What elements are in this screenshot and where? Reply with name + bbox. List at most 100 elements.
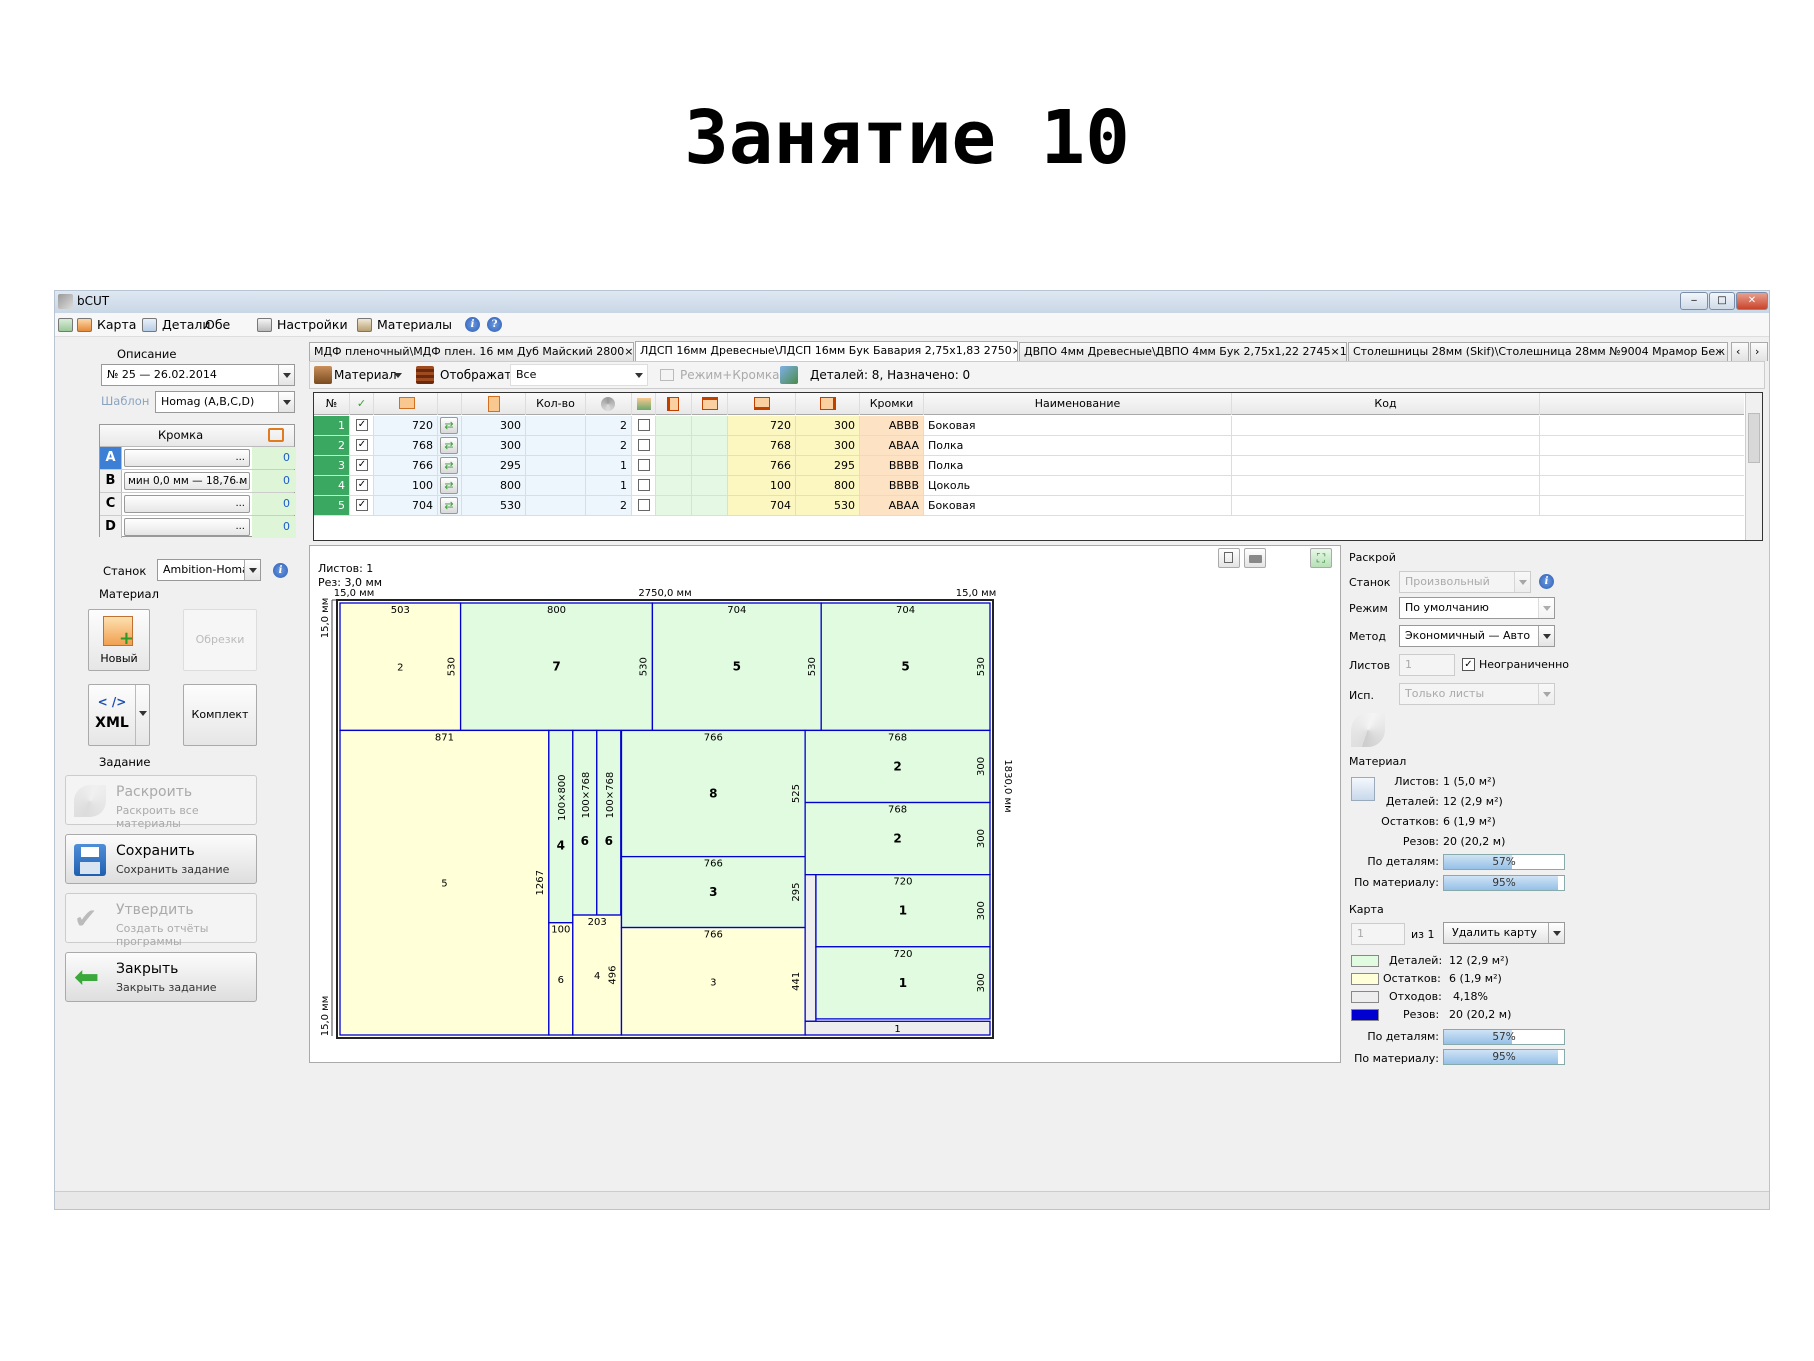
tab-mdf[interactable]: МДФ пленочный\МДФ плен. 16 мм Дуб Майски… — [309, 342, 634, 361]
karta-stepper[interactable]: 1 — [1351, 923, 1405, 945]
cell-len[interactable]: 766 — [374, 456, 438, 475]
komplekt-button[interactable]: Комплект — [183, 684, 257, 746]
swap-icon[interactable]: ⇄ — [440, 437, 458, 454]
r-listov-stepper[interactable]: 1 — [1399, 654, 1455, 676]
table-scrollbar[interactable] — [1745, 393, 1762, 540]
piece-detail[interactable] — [596, 729, 622, 916]
saw-icon[interactable] — [1351, 713, 1385, 747]
tab-scroll-right[interactable]: › — [1750, 342, 1768, 361]
xml-button[interactable]: < /> XML — [88, 684, 150, 746]
menu-nastroyki[interactable]: Настройки — [257, 317, 348, 333]
edge-icon[interactable] — [268, 428, 284, 442]
help-icon[interactable]: ? — [487, 317, 502, 332]
cell-no[interactable]: 1 — [314, 416, 350, 435]
col-no[interactable]: № — [314, 393, 350, 415]
cell-name[interactable]: Полка — [924, 456, 1232, 475]
cell-len2[interactable]: 766 — [728, 456, 796, 475]
cell-qty[interactable]: 1 — [586, 456, 632, 475]
cell-wid2[interactable]: 300 — [796, 416, 860, 435]
piece-waste[interactable] — [804, 874, 817, 1022]
otobrazhat-select[interactable]: Все — [510, 364, 648, 386]
kromka-field-c[interactable] — [124, 495, 250, 513]
cell-name[interactable]: Боковая — [924, 496, 1232, 515]
cell-len2[interactable]: 704 — [728, 496, 796, 515]
cell-name[interactable]: Боковая — [924, 416, 1232, 435]
kromka-row-a[interactable]: A0 — [100, 447, 296, 470]
assign-icon[interactable] — [780, 366, 798, 384]
r-isp-select[interactable]: Только листы — [1399, 683, 1555, 705]
zakryt-button[interactable]: ⬅ Закрыть Закрыть задание — [65, 952, 257, 1002]
raskroit-button[interactable]: Раскроить Раскроить все материалы — [65, 775, 257, 830]
col-length-final[interactable] — [728, 393, 796, 415]
r-rezhim-select[interactable]: По умолчанию — [1399, 597, 1555, 619]
swap-icon[interactable]: ⇄ — [440, 457, 458, 474]
cell-name[interactable]: Цоколь — [924, 476, 1232, 495]
menu-karta[interactable]: Карта — [77, 317, 136, 333]
col-texture[interactable] — [632, 393, 656, 415]
table-row[interactable]: 4 ✓ 100 ⇄ 800 1 100 800 BBBB Цоколь — [314, 476, 1744, 496]
table-row[interactable]: 3 ✓ 766 ⇄ 295 1 766 295 BBBB Полка — [314, 456, 1744, 476]
col-kolvo[interactable]: Кол-во — [526, 393, 586, 415]
cell-wid[interactable]: 295 — [462, 456, 526, 475]
scroll-thumb[interactable] — [1748, 413, 1760, 463]
cell-wid[interactable]: 530 — [462, 496, 526, 515]
row-enabled-checkbox[interactable]: ✓ — [356, 499, 368, 511]
table-row[interactable]: 1 ✓ 720 ⇄ 300 2 720 300 ABBB Боковая — [314, 416, 1744, 436]
col-length[interactable] — [374, 393, 438, 415]
col-edge-top[interactable] — [692, 393, 728, 415]
r-stanok-info-icon[interactable]: i — [1539, 574, 1554, 589]
cell-kromki[interactable]: ABAA — [860, 436, 924, 455]
piece-detail[interactable] — [572, 729, 598, 916]
cell-wid2[interactable]: 295 — [796, 456, 860, 475]
cell-no[interactable]: 3 — [314, 456, 350, 475]
udalit-kartu-button[interactable]: Удалить карту — [1443, 922, 1565, 944]
swap-icon[interactable]: ⇄ — [440, 477, 458, 494]
cell-kromki[interactable]: BBBB — [860, 476, 924, 495]
cell-no[interactable]: 5 — [314, 496, 350, 515]
cell-len[interactable]: 100 — [374, 476, 438, 495]
neogr-checkbox[interactable]: ✓ — [1462, 658, 1475, 671]
swap-icon[interactable]: ⇄ — [440, 497, 458, 514]
maximize-button[interactable]: □ — [1709, 292, 1735, 310]
cell-wid[interactable]: 300 — [462, 416, 526, 435]
kromka-field-d[interactable] — [124, 518, 250, 536]
layout-icon[interactable] — [58, 318, 73, 332]
kromka-row-c[interactable]: C0 — [100, 493, 296, 516]
close-window-button[interactable]: ✕ — [1736, 292, 1768, 310]
cell-qty[interactable]: 2 — [586, 416, 632, 435]
cell-len2[interactable]: 720 — [728, 416, 796, 435]
r-stanok-select[interactable]: Произвольный — [1399, 571, 1531, 593]
new-material-button[interactable]: + Новый — [88, 609, 150, 671]
row-enabled-checkbox[interactable]: ✓ — [356, 479, 368, 491]
row-enabled-checkbox[interactable]: ✓ — [356, 439, 368, 451]
row-texture-checkbox[interactable] — [638, 459, 650, 471]
row-texture-checkbox[interactable] — [638, 419, 650, 431]
cell-qty[interactable]: 2 — [586, 496, 632, 515]
kromka-row-b[interactable]: Bмин 0,0 мм — 18,76 м0 — [100, 470, 296, 493]
kromka-row-d[interactable]: D0 — [100, 516, 296, 539]
cell-len[interactable]: 768 — [374, 436, 438, 455]
cell-no[interactable]: 4 — [314, 476, 350, 495]
kromka-field-b[interactable]: мин 0,0 мм — 18,76 м — [124, 472, 250, 490]
cell-kromki[interactable]: BBBB — [860, 456, 924, 475]
table-row[interactable]: 5 ✓ 704 ⇄ 530 2 704 530 ABAA Боковая — [314, 496, 1744, 516]
chevron-down-icon[interactable] — [394, 373, 402, 378]
stanok-info-icon[interactable]: i — [273, 563, 288, 578]
cell-wid2[interactable]: 530 — [796, 496, 860, 515]
row-enabled-checkbox[interactable]: ✓ — [356, 459, 368, 471]
cell-name[interactable]: Полка — [924, 436, 1232, 455]
row-texture-checkbox[interactable] — [638, 499, 650, 511]
sohranit-button[interactable]: Сохранить Сохранить задание — [65, 834, 257, 884]
opisanie-select[interactable]: № 25 — 26.02.2014 — [101, 364, 295, 386]
col-naimenovanie[interactable]: Наименование — [924, 393, 1232, 415]
obrezki-button[interactable]: Обрезки — [183, 609, 257, 671]
cell-wid[interactable]: 300 — [462, 436, 526, 455]
shablon-select[interactable]: Homag (A,B,C,D) — [155, 391, 295, 413]
r-metod-select[interactable]: Экономичный — Авто — [1399, 625, 1555, 647]
info-icon[interactable]: i — [465, 317, 480, 332]
row-enabled-checkbox[interactable]: ✓ — [356, 419, 368, 431]
cell-wid[interactable]: 800 — [462, 476, 526, 495]
cell-qty[interactable]: 2 — [586, 436, 632, 455]
cell-wid2[interactable]: 300 — [796, 436, 860, 455]
swap-icon[interactable]: ⇄ — [440, 417, 458, 434]
